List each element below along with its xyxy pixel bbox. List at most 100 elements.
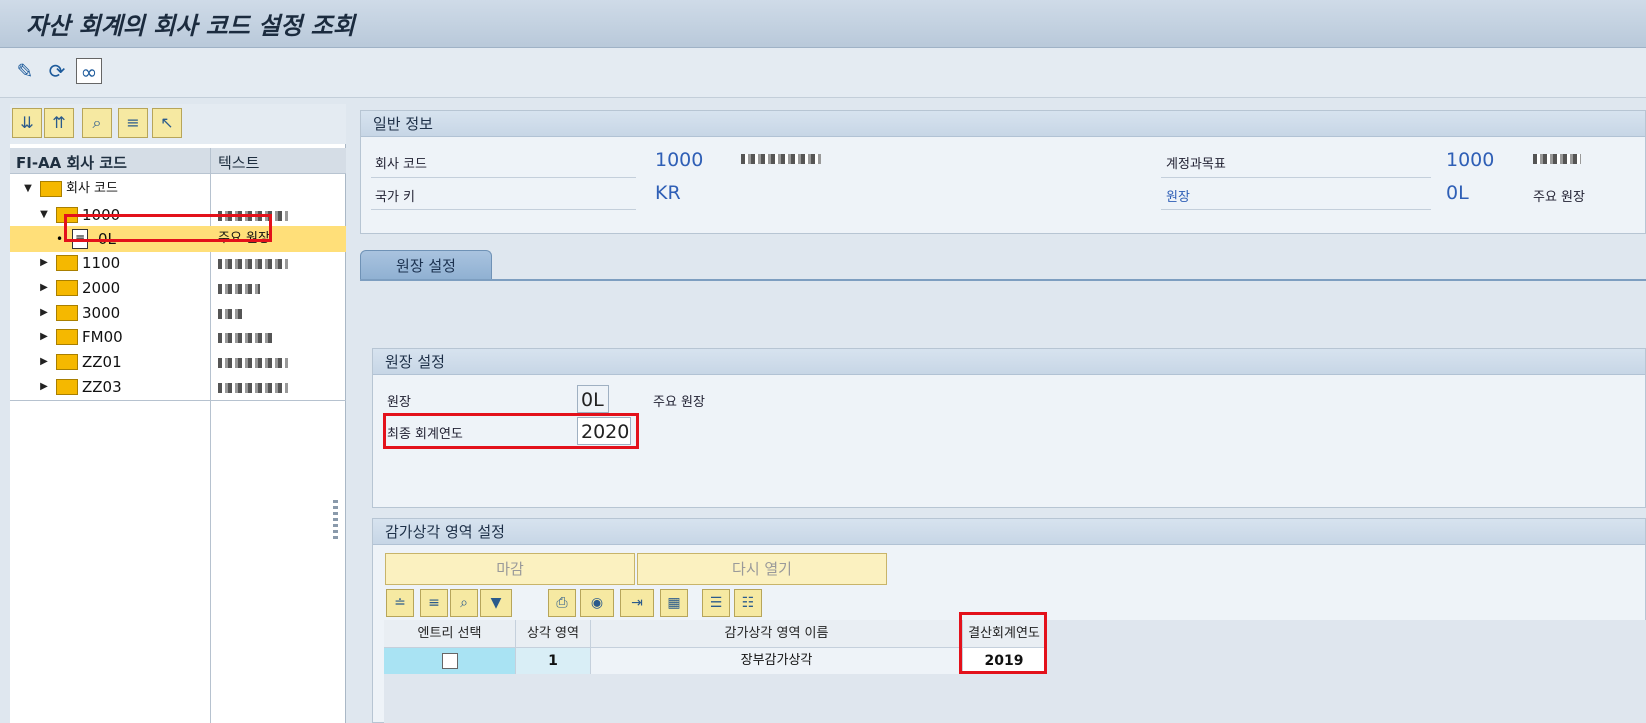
print-icon[interactable]: ⎙ — [548, 589, 576, 617]
row-select-cell[interactable] — [384, 648, 516, 674]
company-code-label: 회사 코드 — [375, 157, 427, 172]
tree-node-2000[interactable]: ▶ 2000 — [10, 275, 346, 301]
company-code-tree: ⇊ ⇈ ⌕ ≡ ↖ FI-AA 회사 코드 텍스트 ▼ 회사 코드 ▼ 1000… — [10, 104, 346, 723]
close-button[interactable]: 마감 — [385, 553, 635, 585]
redacted-text — [741, 154, 821, 164]
open-folder-icon — [40, 181, 62, 197]
tree-node-3000[interactable]: ▶ 3000 — [10, 300, 346, 326]
divider — [1161, 177, 1431, 178]
glasses-icon[interactable]: ∞ — [76, 58, 102, 84]
splitter-grip[interactable] — [333, 500, 338, 540]
filter-icon[interactable]: ▼ — [480, 589, 512, 617]
depreciation-area-table: 엔트리 선택 상각 영역 감가상각 영역 이름 결산회계연도 1 장부감가상각 … — [384, 612, 1646, 723]
folder-icon — [56, 329, 78, 345]
column-header[interactable]: 감가상각 영역 이름 — [591, 620, 963, 648]
page-title: 자산 회계의 회사 코드 설정 조회 — [26, 12, 355, 40]
tree-node-1100[interactable]: ▶ 1100 — [10, 250, 346, 276]
chevron-right-icon[interactable]: ▶ — [38, 324, 50, 350]
view-icon[interactable]: ◉ — [580, 589, 614, 617]
tree-node-code: ZZ01 — [82, 353, 122, 371]
highlight-box — [64, 214, 272, 242]
redacted-text — [218, 309, 244, 319]
chevron-right-icon[interactable]: ▶ — [38, 374, 50, 400]
chevron-right-icon[interactable]: ▶ — [38, 349, 50, 375]
column-header[interactable]: 엔트리 선택 — [384, 620, 516, 648]
tree-root-label: 회사 코드 — [66, 181, 118, 196]
tree-toolbar: ⇊ ⇈ ⌕ ≡ ↖ — [10, 104, 346, 144]
deselect-all-icon[interactable]: ☷ — [734, 589, 762, 617]
tab-ledger-settings[interactable]: 원장 설정 — [360, 250, 492, 280]
select-all-icon[interactable]: ☰ — [702, 589, 730, 617]
tree-node-code: ZZ03 — [82, 378, 122, 396]
splitter[interactable] — [346, 104, 356, 723]
redacted-text — [218, 383, 288, 393]
highlight-box — [383, 413, 639, 449]
tree-node-code: 2000 — [82, 279, 121, 297]
divider — [371, 209, 636, 210]
tree-header-text: 텍스트 — [218, 154, 260, 172]
column-header[interactable]: 상각 영역 — [516, 620, 591, 648]
ledger-text: 주요 원장 — [653, 395, 705, 410]
coa-value: 1000 — [1446, 149, 1495, 171]
table-cell: 장부감가상각 — [591, 648, 963, 674]
ledger-label: 원장 — [387, 395, 411, 410]
tree-header-code: FI-AA 회사 코드 — [16, 154, 127, 172]
folder-icon — [56, 379, 78, 395]
chevron-down-icon[interactable]: ▼ — [38, 202, 50, 228]
table-cell: 1 — [516, 648, 591, 674]
application-toolbar: ✎ ⟳ ∞ — [0, 48, 1646, 98]
title-bar: 자산 회계의 회사 코드 설정 조회 — [0, 0, 1646, 48]
tree-node-zz03[interactable]: ▶ ZZ03 — [10, 374, 346, 400]
chevron-down-icon[interactable]: ▼ — [22, 176, 34, 202]
tree-node-code: FM00 — [82, 328, 123, 346]
panel-title: 감가상각 영역 설정 — [373, 519, 1645, 545]
country-key-value: KR — [655, 182, 681, 204]
find-icon[interactable]: ⌕ — [450, 589, 478, 617]
folder-icon — [56, 305, 78, 321]
hierarchy-icon[interactable]: ≡ — [118, 108, 148, 138]
country-key-label: 국가 키 — [375, 190, 416, 205]
ledger-value: 0L — [1446, 182, 1469, 204]
select-icon[interactable]: ↖ — [152, 108, 182, 138]
bullet-icon: • — [56, 232, 64, 246]
refresh-icon[interactable]: ⟳ — [44, 58, 70, 84]
collapse-all-icon[interactable]: ⇈ — [44, 108, 74, 138]
ledger-settings-panel: 원장 설정 원장 0L 주요 원장 최종 회계연도 2020 — [372, 348, 1646, 508]
tab-underline — [360, 279, 1646, 281]
entry-select-checkbox[interactable] — [442, 653, 458, 669]
divider — [1161, 209, 1431, 210]
ledger-field[interactable]: 0L — [577, 385, 609, 413]
tree-node-fm00[interactable]: ▶ FM00 — [10, 324, 346, 350]
tree-root[interactable]: ▼ 회사 코드 — [10, 176, 346, 202]
details-icon[interactable]: ≐ — [386, 589, 414, 617]
coa-label: 계정과목표 — [1166, 157, 1226, 172]
tree-node-zz01[interactable]: ▶ ZZ01 — [10, 349, 346, 375]
redacted-text — [218, 259, 288, 269]
layout-icon[interactable]: ▦ — [660, 589, 688, 617]
chevron-right-icon[interactable]: ▶ — [38, 300, 50, 326]
panel-title: 일반 정보 — [361, 111, 1645, 137]
company-code-value: 1000 — [655, 149, 704, 171]
sort-icon[interactable]: ≡ — [420, 589, 448, 617]
panel-title: 원장 설정 — [373, 349, 1645, 375]
folder-icon — [56, 255, 78, 271]
tree-node-code: 3000 — [82, 304, 121, 322]
chevron-right-icon[interactable]: ▶ — [38, 250, 50, 276]
divider — [371, 177, 636, 178]
ledger-label[interactable]: 원장 — [1166, 186, 1190, 205]
chevron-right-icon[interactable]: ▶ — [38, 275, 50, 301]
tree-header: FI-AA 회사 코드 텍스트 — [10, 148, 346, 174]
pencil-icon[interactable]: ✎ — [12, 58, 38, 84]
find-icon[interactable]: ⌕ — [82, 108, 112, 138]
export-icon[interactable]: ⇥ — [620, 589, 654, 617]
reopen-button[interactable]: 다시 열기 — [637, 553, 887, 585]
redacted-text — [218, 358, 288, 368]
redacted-text — [218, 284, 260, 294]
ledger-text: 주요 원장 — [1533, 190, 1585, 205]
expand-all-icon[interactable]: ⇊ — [12, 108, 42, 138]
general-info-panel: 일반 정보 회사 코드 1000 국가 키 KR 계정과목표 1000 원장 0… — [360, 110, 1646, 234]
redacted-text — [218, 333, 274, 343]
redacted-text — [1533, 154, 1581, 164]
highlight-box — [959, 612, 1047, 674]
tree-divider — [10, 400, 346, 401]
